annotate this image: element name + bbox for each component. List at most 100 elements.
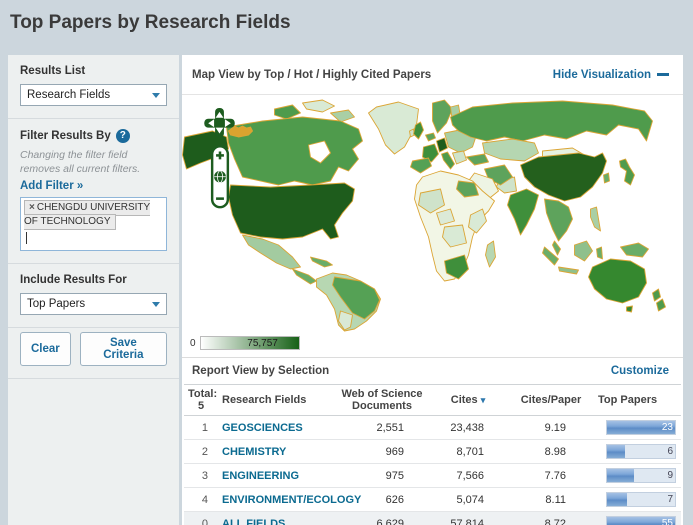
region-korea [603,172,610,184]
cites-value: 57,814 [428,511,508,525]
cites-per-paper-value: 8.11 [508,487,594,512]
filter-tag: × CHENGDU UNIVERSITY OF TECHNOLOGY [24,200,151,230]
table-row: 2 CHEMISTRY 969 8,701 8.98 6 [184,439,681,464]
map-controls[interactable] [190,107,250,217]
hide-visualization-link[interactable]: Hide Visualization [553,69,669,81]
field-link[interactable]: ENGINEERING [222,470,299,482]
total-label: Total: [188,388,218,400]
cites-value: 5,074 [428,487,508,512]
field-link[interactable]: ENVIRONMENT/ECOLOGY [222,494,361,506]
region-kazakhstan [482,138,539,162]
region-borneo [574,240,593,262]
zoom-out-icon [216,197,224,200]
cites-value: 23,438 [428,415,508,440]
world-map[interactable] [182,97,683,332]
minus-icon [657,73,669,76]
region-madagascar [485,240,496,268]
table-header-row: Total: 5 Research Fields Web of Science … [184,384,681,416]
cites-value: 7,566 [428,463,508,488]
field-link[interactable]: CHEMISTRY [222,446,286,458]
cites-per-paper-value: 8.98 [508,439,594,464]
report-header: Report View by Selection Customize [182,357,683,384]
region-australia [588,258,647,304]
text-cursor [26,232,27,245]
filter-tag-label: CHENGDU UNIVERSITY OF TECHNOLOGY [24,202,151,227]
filter-note: Changing the filter field removes all cu… [20,149,141,175]
region-new-zealand-north [652,288,661,302]
region-new-zealand-south [656,298,666,312]
table-row: 1 GEOSCIENCES 2,551 23,438 9.19 23 [184,415,681,440]
total-value: 5 [197,400,205,412]
map-container [182,95,683,333]
region-southeast-asia [544,198,573,242]
row-number: 3 [184,463,218,488]
col-cites-per-paper: Cites/Paper [508,384,594,416]
region-turkey [466,153,489,166]
map-legend: 0 75,757 [190,335,683,351]
sort-down-icon: ▾ [480,395,486,405]
top-papers-bar: 7 [606,492,676,507]
results-list-select[interactable]: Research Fields [20,84,167,106]
region-malaysia [552,240,561,256]
page-title: Top Papers by Research Fields [10,12,291,33]
region-greenland [368,101,419,155]
top-papers-value: 9 [667,470,673,481]
top-papers-value: 23 [661,422,673,433]
field-link[interactable]: ALL FIELDS [222,518,285,525]
top-papers-bar: 6 [606,444,676,459]
include-select[interactable]: Top Papers [20,293,167,316]
col-wos-documents: Web of Science Documents [336,384,428,416]
wos-docs-value: 2,551 [336,415,428,440]
remove-filter-icon[interactable]: × [29,202,35,213]
row-number: 1 [184,415,218,440]
region-java [558,266,579,275]
customize-link[interactable]: Customize [611,365,669,377]
region-spain [410,157,432,174]
hide-visualization-label: Hide Visualization [552,68,651,81]
wos-docs-value: 969 [336,439,428,464]
results-list-label: Results List [20,65,86,77]
wos-docs-value: 975 [336,463,428,488]
region-germany [436,137,448,153]
cites-per-paper-value: 9.19 [508,415,594,440]
region-italy [441,151,455,170]
filter-section: Filter Results By ? Changing the filter … [8,119,179,265]
filter-by-label: Filter Results By [20,130,111,142]
include-section: Include Results For Top Papers [8,264,179,329]
include-label: Include Results For [20,274,127,287]
help-icon[interactable]: ? [115,129,130,143]
legend-gradient: 75,757 [199,336,300,350]
viz-header: Map View by Top / Hot / Highly Cited Pap… [182,55,683,95]
screen: Top Papers by Research Fields Results Li… [0,0,693,525]
cites-value: 8,701 [428,439,508,464]
map-view-title: Map View by Top / Hot / Highly Cited Pap… [192,68,432,81]
region-philippines [590,206,601,232]
include-value: Top Papers [27,298,86,311]
zoom-control [210,145,230,209]
col-top-papers: Top Papers [594,384,681,416]
sidebar-buttons: Clear Save Criteria [8,328,179,380]
filter-input[interactable]: × CHENGDU UNIVERSITY OF TECHNOLOGY [20,197,167,252]
save-criteria-button[interactable]: Save Criteria [79,332,167,367]
table-row: 3 ENGINEERING 975 7,566 7.76 9 [184,463,681,488]
row-number: 2 [184,439,218,464]
field-link[interactable]: GEOSCIENCES [222,422,303,434]
region-central-america [292,268,317,285]
cites-label: Cites [450,394,478,406]
region-arctic-a [302,99,335,113]
region-tasmania [626,305,633,313]
row-number: 4 [184,487,218,512]
region-scandinavia [432,99,453,134]
col-cites[interactable]: Cites ▾ [428,384,508,416]
cites-per-paper-value: 8.72 [508,511,594,525]
region-russia [450,100,653,142]
clear-button[interactable]: Clear [20,332,71,367]
col-research-fields: Research Fields [218,384,336,416]
region-arctic-b [274,104,301,120]
top-papers-value: 7 [667,494,673,505]
report-table: Total: 5 Research Fields Web of Science … [184,384,681,525]
add-filter-link[interactable]: Add Filter » [20,180,83,192]
top-papers-value: 6 [667,446,673,457]
legend-min-label: 0 [190,337,196,349]
region-japan [619,158,635,186]
